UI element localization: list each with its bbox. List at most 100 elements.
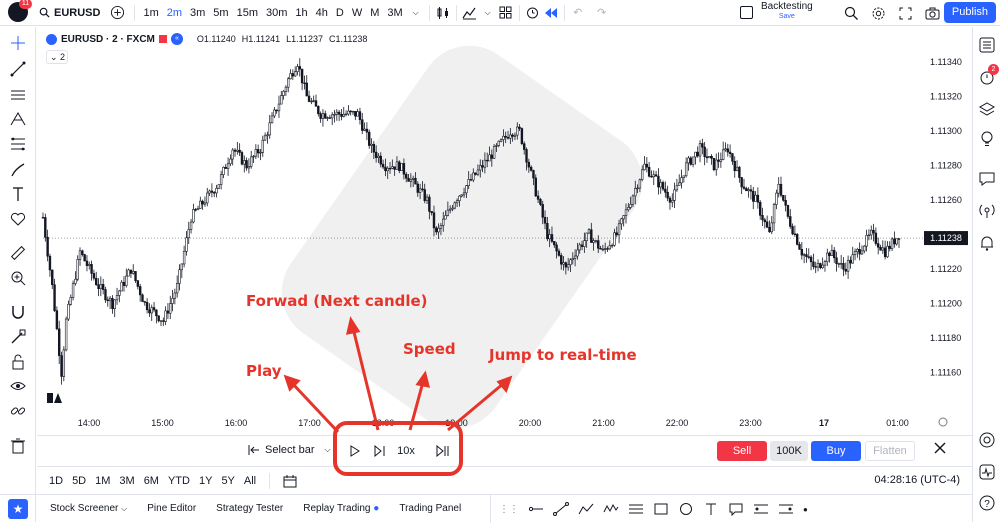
tab-stock-screener[interactable]: Stock Screener ⌵ xyxy=(40,503,137,514)
pitchfork-icon[interactable] xyxy=(9,110,27,128)
pulse-icon[interactable] xyxy=(978,463,996,481)
fullscreen-button[interactable] xyxy=(896,4,914,22)
fib-icon[interactable] xyxy=(9,135,27,153)
path-icon[interactable] xyxy=(578,502,594,516)
lightbulb-icon[interactable] xyxy=(978,130,996,148)
fib-retracement-icon[interactable] xyxy=(628,502,644,516)
heart-icon[interactable] xyxy=(9,210,27,228)
clock-readout[interactable]: 04:28:16 (UTC-4) xyxy=(874,474,960,486)
user-avatar[interactable]: 11 xyxy=(8,0,32,22)
timeframe-15m[interactable]: 15m xyxy=(233,7,262,19)
range-6m[interactable]: 6M xyxy=(144,475,159,487)
timeframe-3m[interactable]: 3m xyxy=(186,7,209,19)
callout-icon[interactable] xyxy=(728,502,744,516)
timeframe-1h[interactable]: 1h xyxy=(291,7,311,19)
timeframe-4h[interactable]: 4h xyxy=(312,7,332,19)
zoom-in-icon[interactable] xyxy=(9,269,27,287)
rectangle-icon[interactable] xyxy=(653,502,669,516)
text-icon[interactable] xyxy=(9,185,27,203)
undo-button[interactable]: ↶ xyxy=(569,4,587,22)
forward-button[interactable] xyxy=(372,442,388,460)
price-chart[interactable]: 1.11340 1.11320 1.11300 1.11280 1.11260 1.112… xyxy=(37,27,972,435)
timeframe-2m[interactable]: 2m xyxy=(163,7,186,19)
replay-mode-icon[interactable]: « xyxy=(170,33,183,45)
range-1y[interactable]: 1Y xyxy=(199,475,212,487)
timeframe-5m[interactable]: 5m xyxy=(209,7,232,19)
range-ytd[interactable]: YTD xyxy=(168,475,190,487)
magnet-icon[interactable] xyxy=(9,303,27,321)
settings-button[interactable] xyxy=(869,4,887,22)
symbol-search[interactable]: EURUSD xyxy=(34,0,105,26)
ruler-icon[interactable] xyxy=(9,244,27,262)
eye-icon[interactable] xyxy=(9,377,27,395)
publish-button[interactable]: Publish xyxy=(943,2,996,23)
timeframe-d[interactable]: D xyxy=(332,7,348,19)
quick-search-button[interactable] xyxy=(842,4,860,22)
long-position-icon[interactable] xyxy=(753,502,769,516)
range-3m[interactable]: 3M xyxy=(119,475,134,487)
chat-icon[interactable] xyxy=(978,170,996,188)
link-icon[interactable] xyxy=(9,402,27,420)
circle-icon[interactable] xyxy=(678,502,694,516)
close-replay-button[interactable] xyxy=(934,442,946,458)
tab-trading-panel[interactable]: Trading Panel xyxy=(389,503,471,514)
alerts-button[interactable]: 2 xyxy=(978,64,999,86)
backtesting-toggle[interactable]: Backtesting Save xyxy=(740,2,813,22)
layout-button[interactable] xyxy=(497,4,515,22)
range-1m[interactable]: 1M xyxy=(95,475,110,487)
range-all[interactable]: All xyxy=(244,475,256,487)
timeframe-w[interactable]: W xyxy=(348,7,366,19)
crosshair-icon[interactable] xyxy=(9,34,27,52)
timeframe-m[interactable]: M xyxy=(366,7,383,19)
text-icon[interactable] xyxy=(703,502,719,516)
timeframe-30m[interactable]: 30m xyxy=(262,7,291,19)
tab-replay-trading[interactable]: Replay Trading ● xyxy=(293,503,389,514)
horizontal-ray-icon[interactable] xyxy=(528,502,544,516)
stay-drawing-icon[interactable] xyxy=(9,328,27,346)
jump-to-realtime-button[interactable] xyxy=(435,442,451,460)
tab-pine-editor[interactable]: Pine Editor xyxy=(137,503,206,514)
legend-symbol[interactable]: EURUSD · 2 · FXCM xyxy=(61,34,155,45)
candle-type-button[interactable] xyxy=(434,4,452,22)
select-bar-button[interactable]: Select bar ⌵ xyxy=(247,444,331,456)
horizontal-lines-icon[interactable] xyxy=(9,86,27,104)
redo-button[interactable]: ↷ xyxy=(593,4,611,22)
compare-button[interactable] xyxy=(105,0,130,26)
play-button[interactable] xyxy=(347,442,363,460)
speed-button[interactable]: 10x xyxy=(395,442,417,460)
timeframe-3m-long[interactable]: 3M xyxy=(383,7,406,19)
flag-icon[interactable] xyxy=(158,35,167,43)
indicators-button[interactable] xyxy=(461,4,479,22)
snapshot-button[interactable] xyxy=(923,4,941,22)
range-5d[interactable]: 5D xyxy=(72,475,86,487)
watchlist-icon[interactable] xyxy=(978,36,996,54)
star-icon[interactable]: ★ xyxy=(8,499,28,519)
layers-icon[interactable] xyxy=(978,100,996,118)
alert-button[interactable] xyxy=(524,4,542,22)
lock-icon[interactable] xyxy=(9,353,27,371)
timeframe-1m[interactable]: 1m xyxy=(139,7,162,19)
sell-button[interactable]: Sell xyxy=(717,441,767,461)
range-5y[interactable]: 5Y xyxy=(221,475,234,487)
indicators-collapse[interactable]: ⌄ 2 xyxy=(46,50,68,64)
help-icon[interactable]: ? xyxy=(978,494,996,512)
short-position-icon[interactable] xyxy=(778,502,794,516)
target-icon[interactable] xyxy=(978,431,996,449)
notifications-icon[interactable] xyxy=(978,234,996,252)
drag-handle-icon[interactable]: ⋮⋮ xyxy=(499,504,519,515)
range-1d[interactable]: 1D xyxy=(49,475,63,487)
replay-button[interactable] xyxy=(542,4,560,22)
buy-button[interactable]: Buy xyxy=(811,441,861,461)
brush-icon[interactable] xyxy=(9,161,27,179)
broadcast-icon[interactable] xyxy=(978,202,996,220)
trend-line-icon[interactable] xyxy=(553,502,569,516)
calendar-icon[interactable] xyxy=(283,474,297,488)
chevron-down-icon[interactable]: ⌵ xyxy=(407,4,425,22)
trend-line-icon[interactable] xyxy=(9,60,27,78)
flatten-button[interactable]: Flatten xyxy=(865,441,915,461)
chevron-down-icon[interactable]: ⌵ xyxy=(479,4,497,22)
more-dot-icon[interactable]: ● xyxy=(803,505,808,514)
quantity-field[interactable]: 100K xyxy=(770,441,808,461)
tab-strategy-tester[interactable]: Strategy Tester xyxy=(206,503,293,514)
trash-icon[interactable] xyxy=(9,437,27,455)
